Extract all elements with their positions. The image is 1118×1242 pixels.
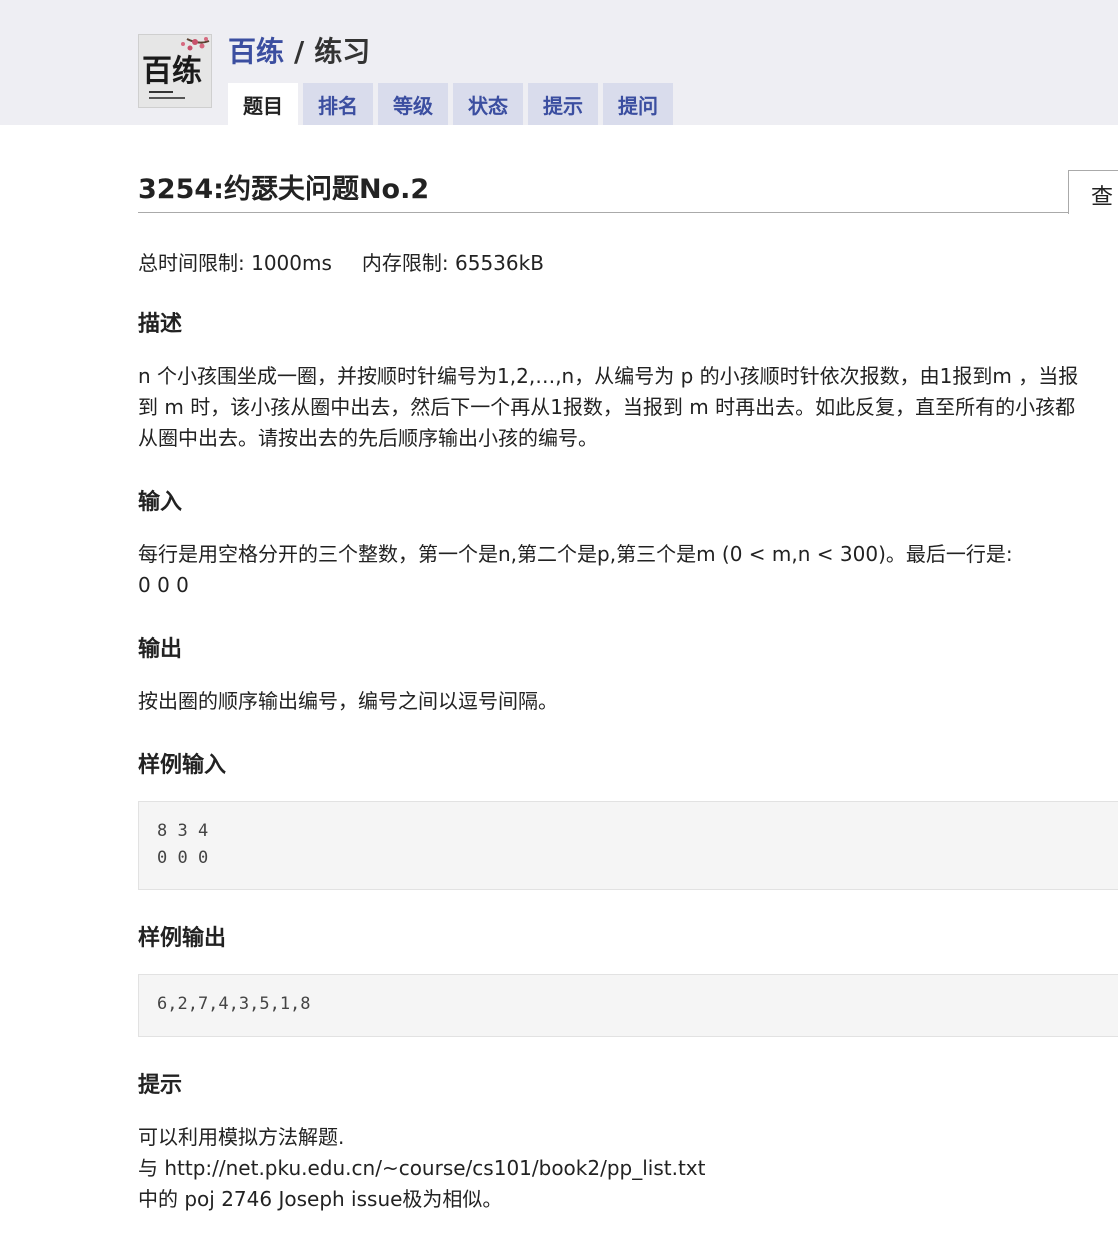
problem-limits: 总时间限制: 1000ms 内存限制: 65536kB xyxy=(138,247,544,276)
hint-heading: 提示 xyxy=(138,1073,183,1098)
input-line: 0 0 0 xyxy=(138,573,189,597)
memory-limit: 内存限制: 65536kB xyxy=(361,251,544,275)
description-heading: 描述 xyxy=(138,312,183,337)
tab-hints[interactable]: 提示 xyxy=(528,83,598,125)
tab-level[interactable]: 等级 xyxy=(378,83,448,125)
description-text: n 个小孩围坐成一圈，并按顺时针编号为1,2,…,n，从编号为 p 的小孩顺时针… xyxy=(138,361,1078,454)
sample-input-box[interactable]: 8 3 4 0 0 0 xyxy=(138,801,1118,890)
tab-status[interactable]: 状态 xyxy=(453,83,523,125)
description-line: 从圈中出去。请按出去的先后顺序输出小孩的编号。 xyxy=(138,426,598,450)
site-title: 百练 / 练习 xyxy=(228,30,370,70)
tab-ranking[interactable]: 排名 xyxy=(303,83,373,125)
time-limit: 总时间限制: 1000ms xyxy=(138,251,332,275)
site-section-link[interactable]: 练习 xyxy=(314,35,370,68)
view-tab[interactable]: 查 xyxy=(1068,170,1118,214)
output-heading: 输出 xyxy=(138,637,183,662)
output-text: 按出圈的顺序输出编号，编号之间以逗号间隔。 xyxy=(138,689,558,713)
title-separator: / xyxy=(294,35,305,68)
input-line: 每行是用空格分开的三个整数，第一个是n,第二个是p,第三个是m (0 < m,n… xyxy=(138,542,1013,566)
description-line: 到 m 时，该小孩从圈中出去，然后下一个再从1报数，当报到 m 时再出去。如此反… xyxy=(138,395,1076,419)
hint-text: 可以利用模拟方法解题. 与 http://net.pku.edu.cn/~cou… xyxy=(138,1122,705,1215)
logo-image: 百练 xyxy=(139,35,211,107)
site-header: 百练 百练 / 练习 题目 排名 等级 状态 提示 提问 xyxy=(0,0,1118,125)
nav-tabs: 题目 排名 等级 状态 提示 提问 xyxy=(228,83,678,125)
problem-title: 3254:约瑟夫问题No.2 xyxy=(138,167,1068,213)
tab-problem[interactable]: 题目 xyxy=(228,83,298,125)
site-logo[interactable]: 百练 xyxy=(138,34,212,108)
input-text: 每行是用空格分开的三个整数，第一个是n,第二个是p,第三个是m (0 < m,n… xyxy=(138,539,1013,601)
svg-text:百练: 百练 xyxy=(142,54,202,89)
site-brand-link[interactable]: 百练 xyxy=(228,35,284,68)
sample-input-heading: 样例输入 xyxy=(138,753,227,778)
description-line: n 个小孩围坐成一圈，并按顺时针编号为1,2,…,n，从编号为 p 的小孩顺时针… xyxy=(138,364,1079,388)
hint-line[interactable]: 与 http://net.pku.edu.cn/~course/cs101/bo… xyxy=(138,1153,705,1184)
sample-output-heading: 样例输出 xyxy=(138,926,227,951)
hint-line: 可以利用模拟方法解题. xyxy=(138,1125,345,1149)
hint-line: 中的 poj 2746 Joseph issue极为相似。 xyxy=(138,1187,503,1211)
sample-output-box[interactable]: 6,2,7,4,3,5,1,8 xyxy=(138,974,1118,1037)
input-heading: 输入 xyxy=(138,490,183,515)
tab-ask[interactable]: 提问 xyxy=(603,83,673,125)
